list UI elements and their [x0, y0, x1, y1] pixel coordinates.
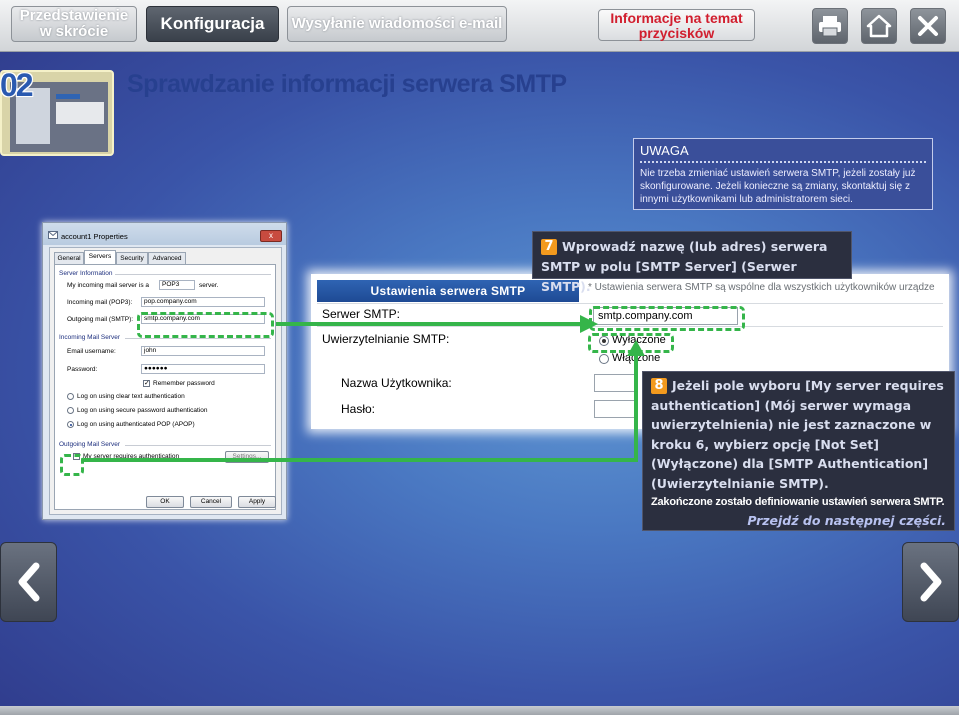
- smtp-server-highlight: [589, 306, 745, 331]
- step-8-badge: 8: [651, 378, 667, 394]
- next-section-link[interactable]: Przejdź do następnej części.: [651, 513, 946, 529]
- bottom-bar: [0, 706, 959, 715]
- callout-step-8: 8 Jeżeli pole wyboru [My server requires …: [642, 371, 955, 531]
- connector-arrows: [84, 315, 645, 462]
- prev-arrow-icon: [18, 562, 39, 602]
- callout-step-7: 7 Wprowadź nazwę (lub adres) serwera SMTP…: [532, 231, 852, 294]
- requires-auth-highlight: [60, 454, 84, 476]
- step-7-badge: 7: [541, 239, 557, 255]
- auth-connector-arrow: [84, 340, 645, 462]
- smtp-auth-off-highlight: [588, 333, 674, 353]
- callout-8-done: Zakończone zostało definiowanie ustawień…: [651, 496, 945, 508]
- callout-8-text: Jeżeli pole wyboru [My server requires a…: [651, 378, 944, 491]
- prev-page-button[interactable]: [0, 542, 57, 622]
- next-page-button[interactable]: [902, 542, 959, 622]
- outgoing-server-highlight: [137, 312, 274, 338]
- server-connector-arrow: [276, 315, 598, 333]
- next-arrow-icon: [920, 562, 941, 602]
